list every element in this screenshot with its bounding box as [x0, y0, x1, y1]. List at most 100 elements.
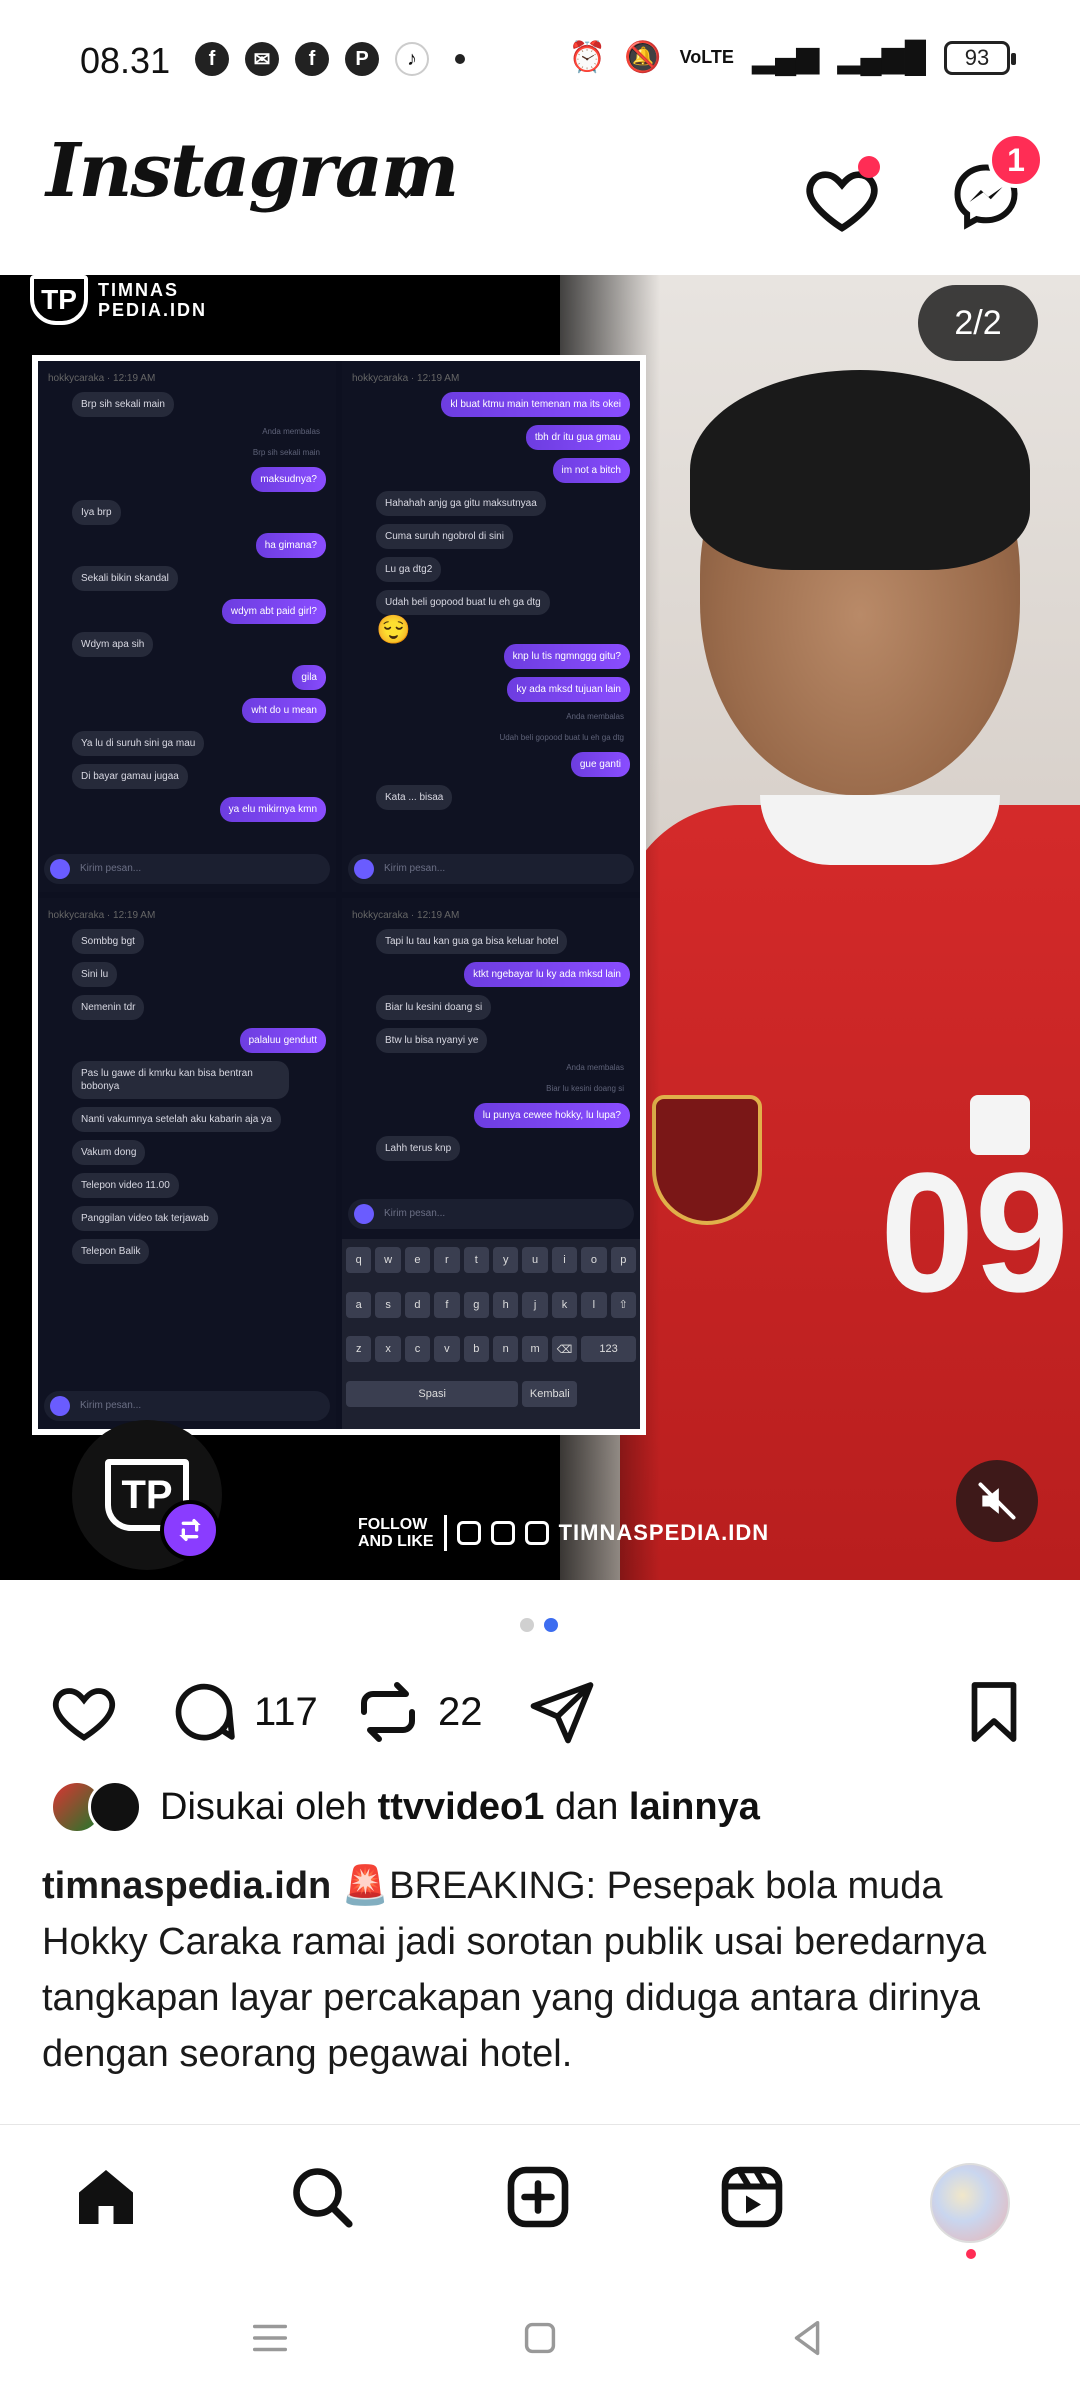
- liker-username[interactable]: ttvvideo1: [378, 1786, 545, 1828]
- nav-home[interactable]: [66, 2157, 146, 2237]
- chat-message-in: Cuma suruh ngobrol di sini: [376, 524, 513, 549]
- chat-message-out: im not a bitch: [552, 458, 630, 483]
- 4g-signal-icon: ▂▄▆█: [837, 41, 926, 74]
- shirt-number: 09: [880, 1138, 1070, 1328]
- mute-button[interactable]: [956, 1460, 1038, 1542]
- chat-panel-2: hokkycaraka · 12:19 AM kl buat ktmu main…: [342, 361, 640, 892]
- comment-button[interactable]: 117: [168, 1676, 318, 1748]
- chat-message-in: Sini lu: [72, 962, 118, 987]
- profile-avatar[interactable]: [930, 2163, 1010, 2243]
- chat-message-in: Sekali bikin skandal: [72, 566, 178, 591]
- nav-search[interactable]: [282, 2157, 362, 2237]
- likes-summary[interactable]: Disukai oleh ttvvideo1 dan lainnya: [50, 1780, 760, 1834]
- chat-message-in: Udah beli gopood buat lu eh ga dtg: [376, 590, 550, 615]
- repost-button[interactable]: 22: [352, 1676, 483, 1748]
- chat-header: hokkycaraka · 12:19 AM: [48, 373, 156, 384]
- facebook-icon: f: [295, 42, 329, 76]
- keyboard-key: ⌫: [551, 1336, 578, 1362]
- chat-message-out: tbh dr itu gua gmau: [525, 425, 630, 450]
- system-status-icons: ⏰ 🔕 VoLTE ▂▄▆ ▂▄▆█ 93: [568, 40, 1016, 75]
- chat-message-in: Panggilan video tak terjawab: [72, 1206, 218, 1231]
- chat-message-out: gila: [292, 665, 326, 690]
- status-bar: 08.31 f ✉ f P ♪ ⏰ 🔕 VoLTE ▂▄▆ ▂▄▆█ 93: [0, 0, 1080, 120]
- divider: [443, 1515, 447, 1551]
- keyboard-key: w: [375, 1247, 401, 1273]
- chat-message-in: Kata ... bisaa: [376, 785, 453, 810]
- follow-text: FOLLOW AND LIKE: [358, 1516, 434, 1550]
- keyboard-key: y: [492, 1247, 519, 1273]
- chat-message-in: Di bayar gamau jugaa: [72, 764, 188, 789]
- keyboard-key: i: [551, 1247, 578, 1273]
- chat-message-in: Wdym apa sih: [72, 632, 154, 657]
- chat-message-in: Sombbg bgt: [72, 929, 144, 954]
- chat-message-sys: Udah beli gopood buat lu eh ga dtg: [499, 733, 624, 742]
- like-button[interactable]: [48, 1676, 120, 1748]
- chat-messages: Brp sih sekali main Anda membalas Brp sih …: [48, 392, 326, 822]
- chat-message-in: Telepon Balik: [72, 1239, 150, 1264]
- home-square-icon: [524, 2322, 556, 2354]
- chat-header: hokkycaraka · 12:19 AM: [48, 910, 156, 921]
- keyboard-key: v: [434, 1336, 460, 1362]
- repost-count: 22: [438, 1689, 483, 1734]
- chat-message-in: Lu ga dtg2: [376, 557, 442, 582]
- chat-panel-3: hokkycaraka · 12:19 AM Sombbg bgt Sini lu…: [38, 898, 336, 1429]
- nav-reels[interactable]: [712, 2157, 792, 2237]
- recents-button[interactable]: [240, 2308, 300, 2368]
- bottom-navigation: [0, 2124, 1080, 2268]
- instagram-logo[interactable]: Instagram: [46, 128, 459, 214]
- pinterest-icon: P: [345, 42, 379, 76]
- chat-message-out: wdym abt paid girl?: [221, 599, 326, 624]
- chat-message-out: wht do u mean: [242, 698, 326, 723]
- chat-message-in: Nanti vakumnya setelah aku kabarin aja y…: [72, 1107, 281, 1132]
- reels-icon: [721, 2166, 783, 2228]
- keyboard-key: Spasi: [346, 1380, 519, 1407]
- keyboard-key: e: [404, 1247, 431, 1273]
- chat-message-out: kl buat ktmu main temenan ma its okei: [441, 392, 630, 417]
- keyboard-key: d: [404, 1291, 431, 1318]
- alarm-icon: ⏰: [568, 41, 607, 74]
- keyboard-key: s: [375, 1291, 401, 1318]
- carousel-dot-active: [544, 1618, 558, 1632]
- keyboard-key: p: [610, 1247, 636, 1273]
- home-icon: [79, 2170, 133, 2224]
- save-button[interactable]: [958, 1676, 1030, 1748]
- chat-input: Kirim pesan...: [348, 854, 634, 884]
- keyboard-key: u: [522, 1247, 548, 1273]
- nav-create[interactable]: [498, 2157, 578, 2237]
- tiktok-icon: ♪: [395, 42, 429, 76]
- post-media[interactable]: 09 TP TIMNAS PEDIA.IDN 2/2 hokkycaraka ·…: [0, 275, 1080, 1580]
- likes-text: Disukai oleh ttvvideo1 dan lainnya: [160, 1786, 760, 1829]
- chat-message-in: Btw lu bisa nyanyi ye: [376, 1028, 488, 1053]
- keyboard-key: n: [492, 1336, 519, 1362]
- chat-messages: Sombbg bgt Sini lu Nemenin tdr palaluu gend…: [48, 929, 326, 1264]
- chat-panel-1: hokkycaraka · 12:19 AM Brp sih sekali ma…: [38, 361, 336, 892]
- chat-message-in: Nemenin tdr: [72, 995, 145, 1020]
- keyboard-key: l: [581, 1291, 607, 1318]
- youtube-icon: [524, 1521, 549, 1545]
- instagram-icon: [456, 1521, 481, 1545]
- chat-message-sys: Brp sih sekali main: [252, 448, 320, 457]
- likes-others[interactable]: lainnya: [629, 1786, 760, 1828]
- notification-icons: f ✉ f P ♪: [195, 42, 465, 76]
- back-button[interactable]: [778, 2308, 838, 2368]
- likes-prefix: Disukai oleh: [160, 1785, 367, 1828]
- keyboard-key: o: [581, 1247, 607, 1273]
- share-button[interactable]: [526, 1676, 598, 1748]
- caption-username[interactable]: timnaspedia.idn: [42, 1865, 331, 1907]
- keyboard-key: k: [551, 1291, 578, 1318]
- notification-dot: [858, 156, 880, 178]
- signal-icon: ▂▄▆: [751, 41, 820, 74]
- post-caption: timnaspedia.idn 🚨BREAKING: Pesepak bola …: [42, 1858, 1042, 2126]
- post-actions: 117 22: [0, 1660, 1080, 1760]
- chat-header: hokkycaraka · 12:19 AM: [352, 373, 460, 384]
- repost-icon: [361, 1682, 415, 1742]
- keyboard-key: r: [434, 1247, 460, 1273]
- home-button[interactable]: [510, 2308, 570, 2368]
- chat-messages: Tapi lu tau kan gua ga bisa keluar hotel…: [352, 929, 630, 1161]
- chat-message-in: Pas lu gawe di kmrku kan bisa bentran bo…: [72, 1061, 289, 1099]
- chat-message-emoji: 😌: [376, 614, 411, 645]
- heart-icon: [53, 1688, 115, 1741]
- repost-icon: [160, 1500, 220, 1560]
- volte-icon: VoLTE: [679, 47, 734, 67]
- chat-message-in: Vakum dong: [72, 1140, 146, 1165]
